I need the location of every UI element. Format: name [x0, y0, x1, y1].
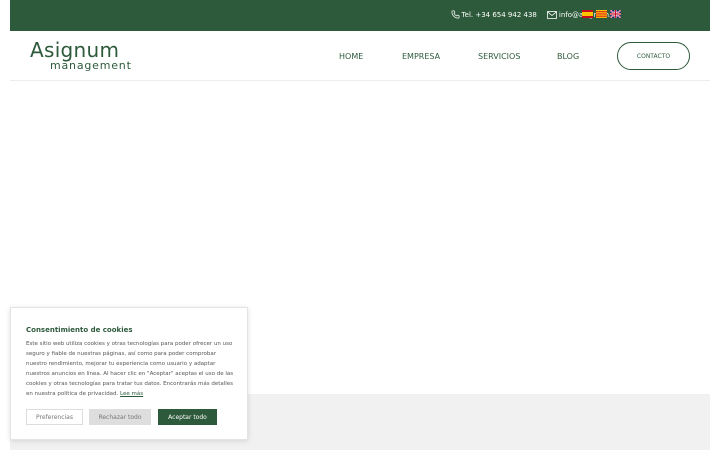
cookie-text: Este sitio web utiliza cookies y otras t… — [26, 339, 236, 399]
spanish-flag[interactable] — [582, 10, 593, 18]
cookie-consent-dialog: Consentimiento de cookies Este sitio web… — [10, 307, 248, 440]
site-header: Asignum management HOME EMPRESA SERVICIO… — [10, 31, 710, 81]
contact-button[interactable]: CONTACTO — [617, 42, 690, 70]
site-logo[interactable]: Asignum management — [30, 40, 150, 74]
cookie-body: Este sitio web utiliza cookies y otras t… — [26, 341, 234, 397]
nav-servicios[interactable]: SERVICIOS — [478, 52, 520, 61]
logo-main-text: Asignum — [30, 38, 120, 62]
catalan-flag[interactable] — [596, 10, 607, 18]
phone-link[interactable]: Tel. +34 654 942 438 — [451, 10, 537, 19]
logo-sub-text: management — [50, 59, 132, 72]
uk-flag[interactable] — [610, 10, 621, 18]
nav-home[interactable]: HOME — [339, 52, 363, 61]
nav-empresa[interactable]: EMPRESA — [402, 52, 440, 61]
reject-all-button[interactable]: Rechazar todo — [89, 409, 151, 425]
language-selector — [582, 10, 621, 18]
preferences-button[interactable]: Preferencias — [26, 409, 83, 425]
cookie-title: Consentimiento de cookies — [26, 326, 133, 334]
read-more-link[interactable]: Lee más — [120, 391, 143, 397]
phone-text: Tel. +34 654 942 438 — [461, 10, 537, 19]
page: Tel. +34 654 942 438 info@asignum.eu — [0, 0, 720, 450]
accept-all-button[interactable]: Aceptar todo — [158, 409, 217, 425]
mail-icon — [546, 10, 557, 19]
phone-icon — [451, 10, 460, 19]
nav-blog[interactable]: BLOG — [557, 52, 579, 61]
